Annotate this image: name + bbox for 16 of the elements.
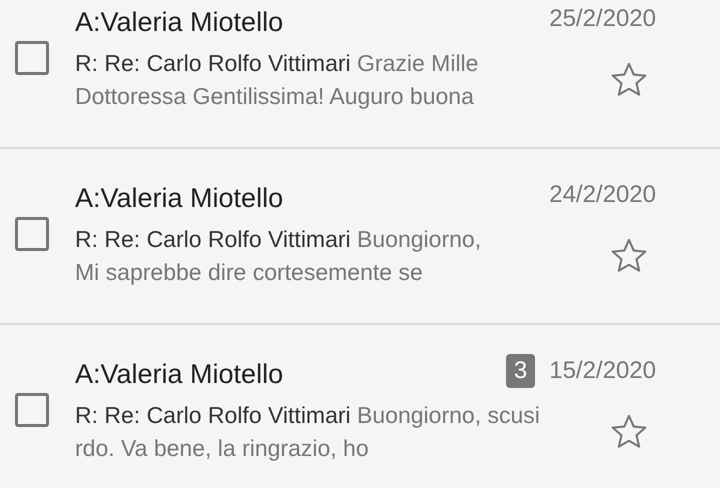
recipient-name: A:Valeria Miotello bbox=[75, 182, 284, 214]
checkbox[interactable] bbox=[15, 217, 49, 251]
message-preview: R: Re: Carlo Rolfo Vittimari Grazie Mille bbox=[75, 49, 478, 78]
message-date: 24/2/2020 bbox=[549, 181, 656, 209]
message-date: 15/2/2020 bbox=[549, 357, 656, 385]
message-preview: Dottoressa Gentilissima! Auguro buona bbox=[75, 82, 475, 111]
thread-count-badge: 3 bbox=[506, 354, 536, 388]
recipient-name: A:Valeria Miotello bbox=[75, 358, 284, 390]
checkbox[interactable] bbox=[15, 393, 49, 427]
checkbox[interactable] bbox=[15, 41, 49, 75]
message-preview: rdo. Va bene, la ringrazio, ho bbox=[75, 434, 370, 463]
message-preview: R: Re: Carlo Rolfo Vittimari Buongiorno, scusi bbox=[75, 401, 540, 430]
message-preview: Mi saprebbe dire cortesemente se bbox=[75, 258, 424, 287]
message-date: 25/2/2020 bbox=[549, 5, 656, 33]
recipient-name: A:Valeria Miotello bbox=[75, 6, 284, 38]
message-preview: R: Re: Carlo Rolfo Vittimari Buongiorno, bbox=[75, 225, 482, 254]
